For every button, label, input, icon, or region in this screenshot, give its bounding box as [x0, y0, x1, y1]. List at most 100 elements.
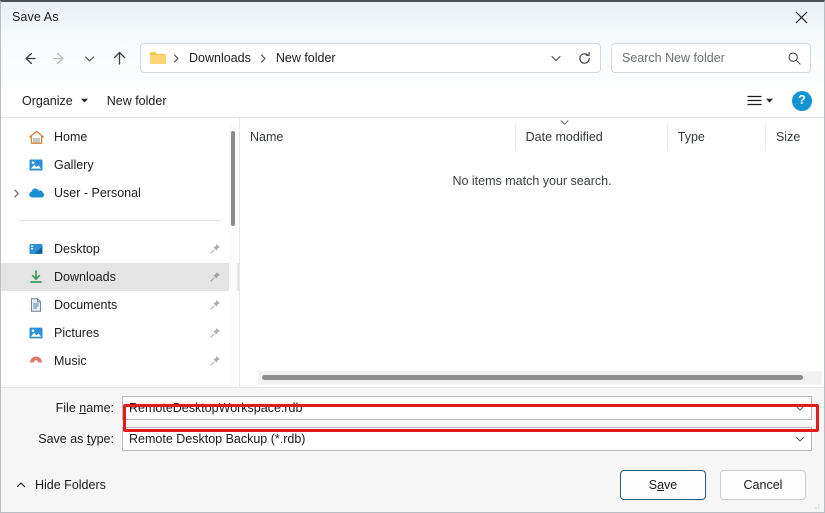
save-as-type-label-before: Save as: [38, 432, 87, 446]
desktop-icon: [27, 240, 45, 258]
caret-down-icon: [80, 98, 88, 103]
forward-button[interactable]: [44, 43, 74, 73]
column-header-name[interactable]: Name: [240, 124, 515, 150]
arrow-left-icon: [24, 52, 36, 64]
new-folder-button[interactable]: New folder: [98, 90, 176, 112]
save-as-type-dropdown-button[interactable]: [789, 433, 811, 445]
sidebar-item-label: User - Personal: [54, 186, 141, 200]
sidebar-scrollbar[interactable]: [229, 124, 237, 387]
resize-grip-icon[interactable]: [810, 499, 821, 510]
view-list-icon: [747, 95, 762, 106]
pin-icon[interactable]: [209, 327, 221, 339]
music-icon: [27, 352, 45, 370]
save-as-dialog: Save As Downloads New folder Search New …: [0, 0, 825, 513]
arrow-up-icon: [113, 51, 125, 65]
sidebar-item-home[interactable]: Home: [1, 123, 239, 151]
column-header-date-modified[interactable]: Date modified: [514, 120, 667, 150]
folder-icon: [150, 52, 166, 64]
file-list-horizontal-scrollbar[interactable]: [258, 371, 822, 385]
file-name-combobox[interactable]: RemoteDesktopWorkspace.rdb: [122, 396, 812, 420]
sidebar-item-label: Home: [54, 130, 88, 144]
back-button[interactable]: [14, 43, 44, 73]
breadcrumb-downloads[interactable]: Downloads: [184, 49, 256, 67]
sidebar-scrollbar-thumb[interactable]: [231, 131, 235, 226]
column-header-size[interactable]: Size: [764, 124, 824, 150]
save-as-type-label-after: ype:: [90, 432, 114, 446]
close-button[interactable]: [778, 2, 824, 32]
save-as-type-label: Save as type:: [13, 432, 122, 446]
downloads-icon: [27, 268, 45, 286]
save-button[interactable]: Sa ve: [620, 470, 706, 500]
sidebar-item-gallery[interactable]: Gallery: [1, 151, 239, 179]
save-as-type-row: Save as type: Remote Desktop Backup (*.r…: [13, 427, 812, 451]
up-button[interactable]: [104, 43, 134, 73]
sidebar-item-downloads[interactable]: Downloads: [1, 263, 239, 291]
sidebar-group-quick-access: Home Gallery User - Personal: [1, 118, 239, 221]
breadcrumb-new-folder[interactable]: New folder: [271, 49, 341, 67]
file-name-input[interactable]: RemoteDesktopWorkspace.rdb: [129, 401, 789, 415]
sidebar-item-pictures[interactable]: Pictures: [1, 319, 239, 347]
hide-folders-button[interactable]: Hide Folders: [15, 478, 106, 492]
column-header-label: Type: [677, 130, 705, 144]
cancel-button[interactable]: Cancel: [720, 470, 806, 500]
navigation-sidebar: Home Gallery User - Personal Desktop Dow…: [1, 118, 240, 387]
column-header-label: Size: [775, 130, 801, 144]
window-title: Save As: [12, 10, 59, 24]
chevron-right-icon: [173, 53, 179, 63]
file-name-row: File name: RemoteDesktopWorkspace.rdb: [13, 396, 812, 420]
save-as-type-value: Remote Desktop Backup (*.rdb): [129, 432, 306, 446]
chevron-down-icon: [795, 436, 805, 442]
onedrive-cloud-icon: [27, 184, 45, 202]
sidebar-item-desktop[interactable]: Desktop: [1, 235, 239, 263]
column-headers: Name Date modified Type Size: [240, 120, 824, 150]
pin-icon[interactable]: [209, 355, 221, 367]
breadcrumb-separator[interactable]: [169, 47, 184, 69]
action-bar: Hide Folders Sa ve Cancel: [1, 458, 824, 512]
file-name-label-after: ame:: [86, 401, 114, 415]
organize-label: Organize: [22, 93, 73, 108]
chevron-down-icon: [795, 405, 805, 411]
organize-menu-button[interactable]: Organize: [13, 90, 98, 112]
refresh-button[interactable]: [570, 45, 598, 71]
file-name-dropdown-button[interactable]: [789, 402, 811, 414]
sort-ascending-icon: [526, 119, 603, 126]
cancel-button-label: Cancel: [743, 478, 783, 492]
help-button[interactable]: ?: [792, 90, 812, 111]
sidebar-item-music[interactable]: Music: [1, 347, 239, 375]
search-box[interactable]: [611, 43, 811, 73]
hide-folders-label: Hide Folders: [35, 478, 106, 492]
breadcrumb-separator[interactable]: [256, 47, 271, 69]
save-as-type-combobox[interactable]: Remote Desktop Backup (*.rdb): [122, 427, 812, 451]
empty-state-message: No items match your search.: [452, 174, 612, 188]
pin-icon[interactable]: [209, 299, 221, 311]
file-name-label-before: File: [55, 401, 80, 415]
file-list-scrollbar-thumb[interactable]: [262, 375, 804, 380]
sidebar-item-documents[interactable]: Documents: [1, 291, 239, 319]
search-input[interactable]: [622, 51, 783, 65]
pin-icon[interactable]: [209, 243, 221, 255]
address-dropdown-button[interactable]: [542, 45, 570, 71]
column-header-type[interactable]: Type: [666, 124, 765, 150]
sidebar-item-user-personal[interactable]: User - Personal: [1, 179, 239, 207]
recent-locations-button[interactable]: [74, 43, 104, 73]
sidebar-item-label: Gallery: [54, 158, 94, 172]
help-icon: ?: [798, 93, 806, 108]
sidebar-divider: [19, 220, 221, 221]
chevron-right-icon[interactable]: [5, 188, 27, 199]
sidebar-item-label: Music: [54, 354, 87, 368]
chevron-down-icon: [551, 55, 561, 62]
caret-down-icon: [765, 98, 774, 103]
file-list-pane: Name Date modified Type Size No items ma…: [240, 118, 824, 387]
search-icon-wrapper: [787, 51, 802, 66]
home-icon: [27, 128, 45, 146]
pictures-icon: [27, 324, 45, 342]
pin-icon[interactable]: [209, 271, 221, 283]
view-options-button[interactable]: [742, 90, 778, 111]
column-header-date-wrap: Date modified: [525, 120, 603, 150]
column-header-label: Date modified: [525, 130, 603, 144]
address-bar[interactable]: Downloads New folder: [140, 43, 601, 73]
save-button-after: ve: [664, 478, 678, 492]
dialog-body: Home Gallery User - Personal Desktop Dow…: [1, 118, 824, 387]
gallery-icon: [27, 156, 45, 174]
refresh-icon: [578, 51, 590, 64]
